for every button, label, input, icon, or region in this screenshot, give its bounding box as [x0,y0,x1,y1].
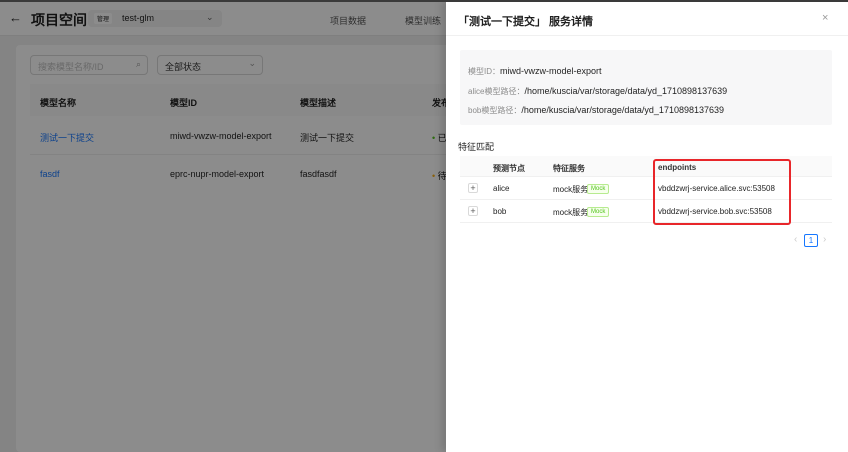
drawer-title: 「测试一下提交」 服务详情 [458,16,594,28]
service: mock服务 [553,185,589,194]
col-service: 特征服务 [553,164,585,173]
expand-icon[interactable]: + [468,206,478,216]
prev-page-icon[interactable]: ‹ [794,234,797,245]
info-label: 模型ID： [468,67,500,76]
section-title: 特征匹配 [458,142,495,152]
info-value: miwd-vwzw-model-export [500,66,602,76]
close-icon[interactable]: × [822,12,828,24]
expand-icon[interactable]: + [468,183,478,193]
mock-tag: Mock [587,207,610,217]
mock-tag: Mock [587,184,610,194]
highlight-box [653,159,791,225]
node: bob [493,207,507,216]
info-value: /home/kuscia/var/storage/data/yd_1710898… [521,105,725,115]
page-1-button[interactable]: 1 [804,234,818,247]
service: mock服务 [553,208,589,217]
service-detail-drawer: 「测试一下提交」 服务详情 × 模型ID：miwd-vwzw-model-exp… [446,0,848,452]
window-top-border [0,0,848,2]
next-page-icon[interactable]: › [823,234,826,245]
info-label: bob模型路径： [468,106,522,115]
info-label: alice模型路径： [468,87,525,96]
model-info-box: 模型ID：miwd-vwzw-model-export alice模型路径：/h… [460,50,832,125]
node: alice [493,184,510,193]
drawer-header: 「测试一下提交」 服务详情 × [446,0,848,36]
info-value: /home/kuscia/var/storage/data/yd_1710898… [524,86,728,96]
col-node: 预测节点 [493,164,525,173]
